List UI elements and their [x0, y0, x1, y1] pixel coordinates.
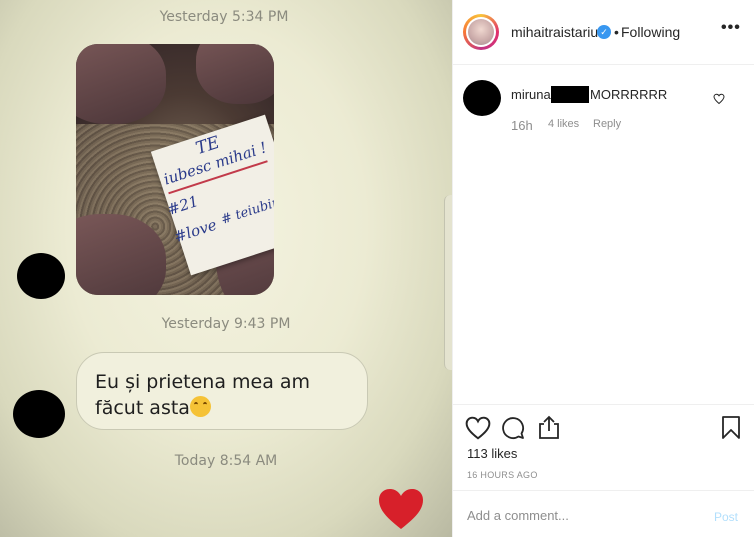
- chat-timestamp: Yesterday 9:43 PM: [161, 316, 291, 332]
- smiling-emoji-icon: [189, 396, 211, 417]
- comment-likes[interactable]: 4 likes: [548, 118, 579, 130]
- heart-reaction-icon: [379, 489, 423, 529]
- comment-input[interactable]: Add a comment...: [467, 508, 569, 523]
- separator-dot: •: [614, 24, 619, 40]
- comment-like-icon[interactable]: [713, 93, 725, 105]
- photo-hand: [196, 44, 274, 104]
- comment-time: 16h: [511, 118, 533, 133]
- comment-text: MORRRRRR: [590, 87, 668, 102]
- post-time-ago: 16 HOURS AGO: [467, 470, 538, 480]
- redacted-avatar: [13, 390, 65, 438]
- redaction-bar: [551, 86, 589, 103]
- likes-count[interactable]: 113 likes: [467, 446, 517, 461]
- chat-timestamp: Yesterday 5:34 PM: [159, 9, 289, 25]
- post-comment-button[interactable]: Post: [714, 510, 738, 524]
- note-line: #21: [165, 192, 201, 219]
- chat-screenshot-photo: Yesterday 5:34 PM TE iubesc mihai ! #21 …: [0, 0, 452, 537]
- commenter-avatar[interactable]: [463, 80, 501, 116]
- save-bookmark-icon[interactable]: [721, 415, 741, 440]
- post-header: mihaitraistariu ✓ • Following •••: [453, 0, 754, 65]
- verified-badge-icon: ✓: [597, 25, 611, 39]
- more-options-icon[interactable]: •••: [721, 19, 741, 37]
- profile-avatar[interactable]: [463, 14, 499, 50]
- chat-timestamp: Today 8:54 AM: [174, 453, 278, 469]
- username-link[interactable]: mihaitraistariu: [511, 24, 598, 40]
- chat-message-bubble: Eu și prietena mea am făcut asta: [76, 352, 368, 430]
- photo-hand: [76, 44, 166, 124]
- phone-edge: [444, 195, 452, 370]
- post-panel: mihaitraistariu ✓ • Following ••• miruna…: [452, 0, 754, 537]
- redacted-avatar: [17, 253, 65, 299]
- note-line: # teiubim: [219, 193, 274, 228]
- share-icon[interactable]: [538, 415, 560, 440]
- reply-button[interactable]: Reply: [593, 118, 621, 130]
- commenter-username[interactable]: miruna: [511, 87, 551, 102]
- post-actions: [453, 404, 754, 440]
- following-button[interactable]: Following: [621, 24, 680, 40]
- shared-photo: TE iubesc mihai ! #21 #love # teiubim: [76, 44, 274, 295]
- add-comment-row: Add a comment... Post: [453, 490, 754, 538]
- comment-bubble-icon[interactable]: [501, 416, 525, 440]
- note-line: #love: [171, 215, 219, 247]
- like-heart-icon[interactable]: [465, 416, 491, 440]
